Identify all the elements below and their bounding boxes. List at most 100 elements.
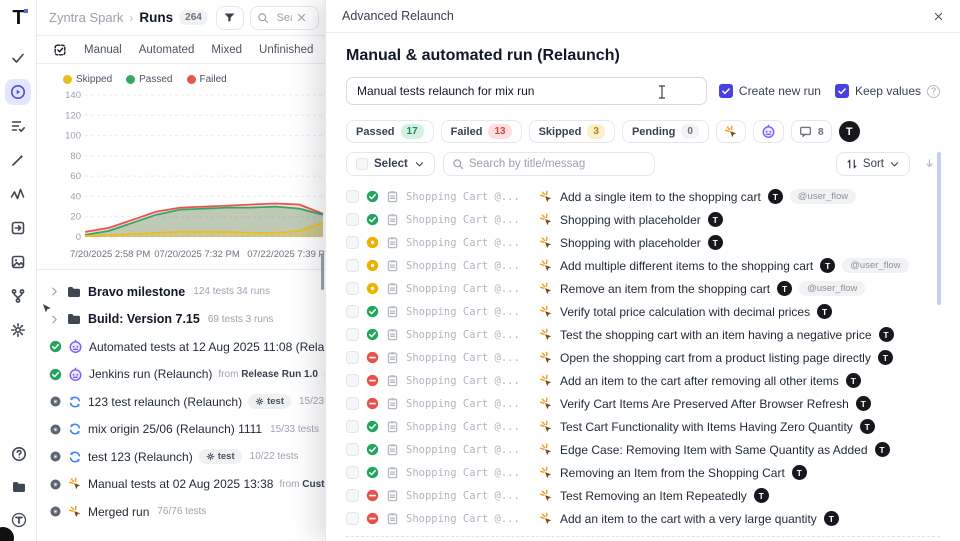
run-name[interactable]: Merged run: [88, 505, 149, 519]
test-title[interactable]: Add a single item to the shopping cart: [560, 190, 761, 204]
left-scrollbar-thumb[interactable]: [321, 253, 324, 290]
run-row[interactable]: Jenkins run (Relaunch)from Release Run 1…: [49, 361, 325, 389]
run-folder-row[interactable]: Build: Version 7.1569 tests 3 runs: [49, 306, 325, 334]
legend-item[interactable]: Failed: [187, 74, 227, 85]
test-title[interactable]: Add multiple different items to the shop…: [560, 259, 813, 273]
test-row[interactable]: Shopping Cart @... Verify Cart Items Are…: [346, 392, 940, 415]
test-assignee-avatar[interactable]: T: [817, 304, 832, 319]
run-name-input[interactable]: Manual tests relaunch for mix run: [346, 77, 707, 105]
test-checkbox[interactable]: [346, 213, 359, 226]
test-assignee-avatar[interactable]: T: [824, 511, 839, 526]
tab-automated[interactable]: Automated: [139, 44, 195, 56]
run-name[interactable]: Bravo milestone: [88, 285, 185, 299]
run-name[interactable]: Jenkins run (Relaunch): [89, 367, 212, 381]
filter-chip-failed[interactable]: Failed 13: [441, 120, 522, 143]
test-assignee-avatar[interactable]: T: [708, 235, 723, 250]
checkbox-checked-icon[interactable]: [719, 84, 733, 98]
run-row[interactable]: Manual tests at 02 Aug 2025 13:38from Cu…: [49, 471, 325, 499]
image-nav[interactable]: [5, 249, 31, 275]
test-assignee-avatar[interactable]: T: [879, 327, 894, 342]
test-row[interactable]: Shopping Cart @... Add an item to the ca…: [346, 507, 940, 530]
filter-chip-skipped[interactable]: Skipped 3: [529, 120, 615, 143]
test-row[interactable]: Shopping Cart @... Removing an Item from…: [346, 461, 940, 484]
run-folder-row[interactable]: Bravo milestone124 tests 34 runs: [49, 278, 325, 306]
test-title[interactable]: Test Cart Functionality with Items Havin…: [560, 420, 853, 434]
test-row[interactable]: Shopping Cart @... Test Cart Functionali…: [346, 415, 940, 438]
list-check-nav[interactable]: [5, 113, 31, 139]
help-circle-nav[interactable]: [6, 441, 32, 467]
filter-chip-passed[interactable]: Passed 17: [346, 120, 434, 143]
test-title[interactable]: Shopping with placeholder: [560, 213, 701, 227]
test-assignee-avatar[interactable]: T: [875, 442, 890, 457]
close-icon[interactable]: [296, 12, 312, 23]
run-row[interactable]: Automated tests at 12 Aug 2025 11:08 (Re…: [49, 333, 325, 361]
chevron-right-icon[interactable]: [49, 286, 60, 297]
filter-chip-manual-burst[interactable]: [716, 120, 746, 143]
test-assignee-avatar[interactable]: T: [754, 488, 769, 503]
tab-manual[interactable]: Manual: [84, 44, 122, 56]
test-checkbox[interactable]: [346, 420, 359, 433]
modal-scrollbar-thumb[interactable]: [937, 152, 941, 305]
test-title[interactable]: Shopping with placeholder: [560, 236, 701, 250]
test-checkbox[interactable]: [346, 443, 359, 456]
checkbox-checked-icon[interactable]: [835, 84, 849, 98]
test-assignee-avatar[interactable]: T: [768, 189, 783, 204]
test-title[interactable]: Removing an Item from the Shopping Cart: [560, 466, 785, 480]
test-title[interactable]: Remove an item from the shopping cart: [560, 282, 770, 296]
activity-nav[interactable]: [5, 181, 31, 207]
select-all-icon[interactable]: [53, 43, 67, 57]
test-row[interactable]: Shopping Cart @... Add an item to the ca…: [346, 369, 940, 392]
import-box-nav[interactable]: [5, 215, 31, 241]
check-nav[interactable]: [5, 45, 31, 71]
modal-close-button[interactable]: [933, 11, 944, 22]
test-title[interactable]: Open the shopping cart from a product li…: [560, 351, 871, 365]
legend-item[interactable]: Passed: [126, 74, 172, 85]
legend-item[interactable]: Skipped: [63, 74, 112, 85]
run-name[interactable]: Automated tests at 12 Aug 2025 11:08 (Re…: [89, 340, 325, 354]
breadcrumb-project[interactable]: Zyntra Spark: [49, 10, 123, 25]
app-logo[interactable]: T: [0, 0, 37, 36]
test-checkbox[interactable]: [346, 282, 359, 295]
run-name[interactable]: test 123 (Relaunch): [88, 450, 193, 464]
test-assignee-avatar[interactable]: T: [820, 258, 835, 273]
test-title[interactable]: Edge Case: Removing Item with Same Quant…: [560, 443, 868, 457]
test-title[interactable]: Verify total price calculation with deci…: [560, 305, 810, 319]
filter-chip-pending[interactable]: Pending 0: [622, 120, 709, 143]
gear-nav[interactable]: [5, 317, 31, 343]
test-checkbox[interactable]: [346, 190, 359, 203]
test-assignee-avatar[interactable]: T: [792, 465, 807, 480]
checkbox-create-new-run[interactable]: Create new run: [719, 84, 821, 98]
test-checkbox[interactable]: [346, 236, 359, 249]
run-name[interactable]: Manual tests at 02 Aug 2025 13:38: [88, 477, 273, 491]
checkbox-keep-values[interactable]: Keep values ?: [835, 84, 940, 98]
assignee-avatar[interactable]: T: [839, 121, 860, 142]
test-title[interactable]: Verify Cart Items Are Preserved After Br…: [560, 397, 849, 411]
test-row[interactable]: Shopping Cart @... Remove an item from t…: [346, 277, 940, 300]
test-assignee-avatar[interactable]: T: [860, 419, 875, 434]
run-name[interactable]: mix origin 25/06 (Relaunch) 1111: [88, 422, 262, 436]
test-checkbox[interactable]: [346, 397, 359, 410]
test-row[interactable]: Shopping Cart @... Open the shopping car…: [346, 346, 940, 369]
test-checkbox[interactable]: [346, 259, 359, 272]
run-row[interactable]: Merged run76/76 tests: [49, 498, 325, 526]
test-assignee-avatar[interactable]: T: [777, 281, 792, 296]
run-name[interactable]: 123 test relaunch (Relaunch): [88, 395, 242, 409]
sort-dropdown[interactable]: Sort: [836, 152, 910, 176]
test-title[interactable]: Add an item to the cart with a very larg…: [560, 512, 817, 526]
runs-search-input[interactable]: Search [C: [250, 6, 319, 30]
test-tag-pill[interactable]: @user_flow: [790, 189, 856, 204]
run-row[interactable]: 123 test relaunch (Relaunch)test15/23 te…: [49, 388, 325, 416]
test-row[interactable]: Shopping Cart @... Verify total price ca…: [346, 300, 940, 323]
folder-nav[interactable]: [6, 474, 32, 500]
test-row[interactable]: Shopping Cart @... Edge Case: Removing I…: [346, 438, 940, 461]
wand-nav[interactable]: [5, 147, 31, 173]
test-checkbox[interactable]: [346, 305, 359, 318]
breadcrumb-page[interactable]: Runs: [139, 10, 173, 25]
test-checkbox[interactable]: [346, 374, 359, 387]
play-circle-nav[interactable]: [5, 79, 31, 105]
test-checkbox[interactable]: [346, 512, 359, 525]
test-row[interactable]: Shopping Cart @... Test Removing an Item…: [346, 484, 940, 507]
test-row[interactable]: Shopping Cart @... Add a single item to …: [346, 185, 940, 208]
test-row[interactable]: Shopping Cart @... Add multiple differen…: [346, 254, 940, 277]
test-assignee-avatar[interactable]: T: [846, 373, 861, 388]
